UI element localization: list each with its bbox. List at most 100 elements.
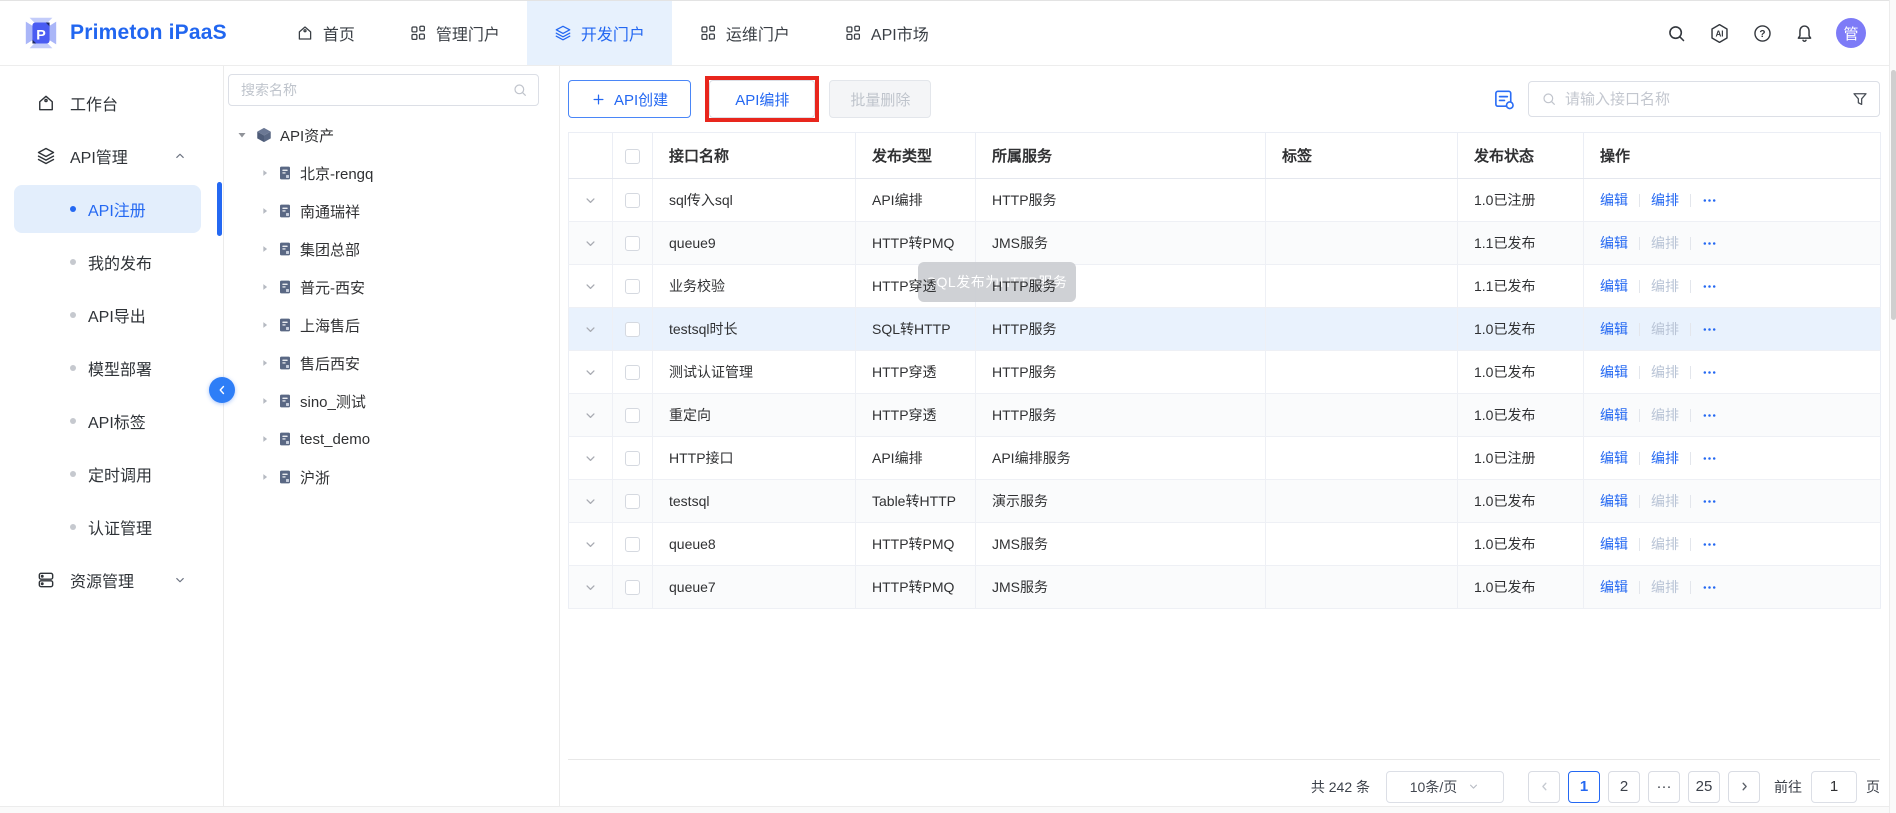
sidebar-item-scheduled-call[interactable]: 定时调用 bbox=[14, 450, 201, 498]
row-expand-icon[interactable] bbox=[583, 365, 598, 380]
sidebar-item-my-publish[interactable]: 我的发布 bbox=[14, 238, 201, 286]
sidebar-collapse-button[interactable] bbox=[209, 377, 235, 403]
api-orchestrate-button[interactable]: API编排 bbox=[709, 80, 815, 118]
page-number-button[interactable]: 1 bbox=[1568, 771, 1600, 803]
orchestrate-link[interactable]: 编排 bbox=[1651, 276, 1679, 296]
nav-item-api-market[interactable]: API市场 bbox=[817, 1, 956, 65]
tree-node[interactable]: 售后西安 bbox=[224, 344, 559, 382]
row-expand-icon[interactable] bbox=[583, 580, 598, 595]
row-expand-icon[interactable] bbox=[583, 236, 598, 251]
page-size-select[interactable]: 10条/页 bbox=[1386, 771, 1504, 803]
edit-link[interactable]: 编辑 bbox=[1600, 362, 1628, 382]
tree-node[interactable]: 南通瑞祥 bbox=[224, 192, 559, 230]
triangle-right-icon[interactable] bbox=[260, 434, 270, 444]
row-expand-icon[interactable] bbox=[583, 537, 598, 552]
triangle-right-icon[interactable] bbox=[260, 244, 270, 254]
goto-page-input[interactable] bbox=[1811, 771, 1857, 803]
row-expand-icon[interactable] bbox=[583, 193, 598, 208]
triangle-down-icon[interactable] bbox=[236, 129, 248, 141]
tree-node[interactable]: 沪浙 bbox=[224, 458, 559, 496]
vertical-scrollbar-thumb[interactable] bbox=[1891, 70, 1896, 320]
tree-node[interactable]: 普元-西安 bbox=[224, 268, 559, 306]
edit-link[interactable]: 编辑 bbox=[1600, 276, 1628, 296]
triangle-right-icon[interactable] bbox=[260, 358, 270, 368]
orchestrate-link[interactable]: 编排 bbox=[1651, 362, 1679, 382]
sidebar-group-resource-management[interactable]: 资源管理 bbox=[0, 556, 223, 604]
row-checkbox[interactable] bbox=[625, 451, 640, 466]
sidebar-item-api-register[interactable]: API注册 bbox=[14, 185, 201, 233]
row-checkbox[interactable] bbox=[625, 494, 640, 509]
triangle-right-icon[interactable] bbox=[260, 320, 270, 330]
edit-link[interactable]: 编辑 bbox=[1600, 319, 1628, 339]
edit-link[interactable]: 编辑 bbox=[1600, 534, 1628, 554]
sidebar-item-api-export[interactable]: API导出 bbox=[14, 291, 201, 339]
tree-node[interactable]: 北京-rengq bbox=[224, 154, 559, 192]
row-expand-icon[interactable] bbox=[583, 494, 598, 509]
tree-node[interactable]: test_demo bbox=[224, 420, 559, 458]
avatar[interactable]: 管 bbox=[1836, 18, 1866, 48]
triangle-right-icon[interactable] bbox=[260, 206, 270, 216]
more-actions-icon[interactable] bbox=[1702, 451, 1717, 466]
triangle-right-icon[interactable] bbox=[260, 282, 270, 292]
card-view-icon[interactable] bbox=[1493, 88, 1516, 111]
row-checkbox[interactable] bbox=[625, 236, 640, 251]
orchestrate-link[interactable]: 编排 bbox=[1651, 534, 1679, 554]
edit-link[interactable]: 编辑 bbox=[1600, 577, 1628, 597]
more-actions-icon[interactable] bbox=[1702, 494, 1717, 509]
nav-item-dev-portal[interactable]: 开发门户 bbox=[527, 1, 672, 65]
page-number-button[interactable]: 2 bbox=[1608, 771, 1640, 803]
tree-root-api-assets[interactable]: API资产 bbox=[224, 116, 559, 154]
triangle-right-icon[interactable] bbox=[260, 472, 270, 482]
select-all-checkbox[interactable] bbox=[625, 149, 640, 164]
tree-search-input[interactable] bbox=[241, 82, 504, 98]
row-checkbox[interactable] bbox=[625, 322, 640, 337]
row-checkbox[interactable] bbox=[625, 365, 640, 380]
row-expand-icon[interactable] bbox=[583, 279, 598, 294]
more-actions-icon[interactable] bbox=[1702, 537, 1717, 552]
nav-item-ops-portal[interactable]: 运维门户 bbox=[672, 1, 817, 65]
orchestrate-link[interactable]: 编排 bbox=[1651, 491, 1679, 511]
triangle-right-icon[interactable] bbox=[260, 168, 270, 178]
search-icon[interactable] bbox=[1666, 23, 1687, 44]
next-page-button[interactable] bbox=[1728, 771, 1760, 803]
orchestrate-link[interactable]: 编排 bbox=[1651, 319, 1679, 339]
row-checkbox[interactable] bbox=[625, 193, 640, 208]
sidebar-item-auth-management[interactable]: 认证管理 bbox=[14, 503, 201, 551]
sidebar-item-workbench[interactable]: 工作台 bbox=[0, 79, 223, 127]
triangle-right-icon[interactable] bbox=[260, 396, 270, 406]
sidebar-group-api-management[interactable]: API管理 bbox=[0, 132, 223, 180]
row-checkbox[interactable] bbox=[625, 408, 640, 423]
more-actions-icon[interactable] bbox=[1702, 580, 1717, 595]
ai-assistant-icon[interactable] bbox=[1708, 22, 1731, 45]
more-actions-icon[interactable] bbox=[1702, 322, 1717, 337]
sidebar-item-model-deploy[interactable]: 模型部署 bbox=[14, 344, 201, 392]
edit-link[interactable]: 编辑 bbox=[1600, 233, 1628, 253]
more-actions-icon[interactable] bbox=[1702, 193, 1717, 208]
tree-node[interactable]: 上海售后 bbox=[224, 306, 559, 344]
api-search-input[interactable] bbox=[1565, 91, 1843, 108]
edit-link[interactable]: 编辑 bbox=[1600, 448, 1628, 468]
prev-page-button[interactable] bbox=[1528, 771, 1560, 803]
edit-link[interactable]: 编辑 bbox=[1600, 491, 1628, 511]
bell-icon[interactable] bbox=[1794, 23, 1815, 44]
row-expand-icon[interactable] bbox=[583, 408, 598, 423]
batch-delete-button[interactable]: 批量删除 bbox=[829, 80, 931, 118]
row-checkbox[interactable] bbox=[625, 580, 640, 595]
orchestrate-link[interactable]: 编排 bbox=[1651, 190, 1679, 210]
row-checkbox[interactable] bbox=[625, 537, 640, 552]
help-icon[interactable] bbox=[1752, 23, 1773, 44]
row-expand-icon[interactable] bbox=[583, 322, 598, 337]
edit-link[interactable]: 编辑 bbox=[1600, 190, 1628, 210]
tree-node[interactable]: sino_测试 bbox=[224, 382, 559, 420]
more-actions-icon[interactable] bbox=[1702, 236, 1717, 251]
page-number-button[interactable]: 25 bbox=[1688, 771, 1720, 803]
row-checkbox[interactable] bbox=[625, 279, 640, 294]
orchestrate-link[interactable]: 编排 bbox=[1651, 233, 1679, 253]
sidebar-item-api-tags[interactable]: API标签 bbox=[14, 397, 201, 445]
page-number-button[interactable]: ··· bbox=[1648, 771, 1680, 803]
orchestrate-link[interactable]: 编排 bbox=[1651, 448, 1679, 468]
more-actions-icon[interactable] bbox=[1702, 365, 1717, 380]
orchestrate-link[interactable]: 编排 bbox=[1651, 405, 1679, 425]
api-create-button[interactable]: API创建 bbox=[568, 80, 691, 118]
nav-item-home[interactable]: 首页 bbox=[269, 1, 382, 65]
